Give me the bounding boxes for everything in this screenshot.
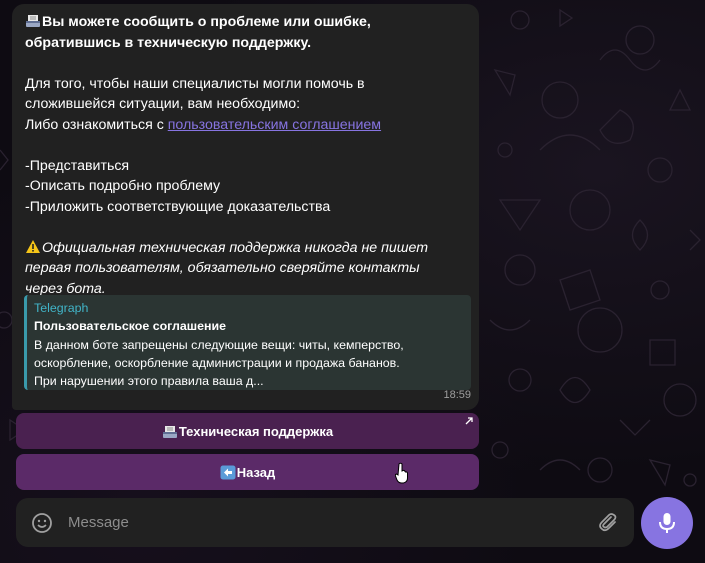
external-link-icon [465,417,473,425]
message-composer [16,498,634,547]
preview-description: При нарушении этого правила ваша д... [34,374,264,389]
tech-support-label: Техническая поддержка [178,423,334,439]
step-item: -Представиться [25,157,130,174]
message-time: 18:59 [443,388,471,401]
message-heading: Вы можете сообщить о проблеме или ошибке… [25,12,467,33]
microphone-button[interactable] [641,497,693,549]
link-preview[interactable]: Telegraph Пользовательское соглашение В … [24,295,471,390]
intro-line: Для того, чтобы наши специалисты могли п… [25,75,365,92]
preview-description: оскорбление, оскорбление администрации и… [34,355,400,370]
preview-description: В данном боте запрещены следующие вещи: … [34,337,404,352]
message-heading-line2: обратившись в техническую поддержку. [25,34,312,51]
warning-text: Официальная техническая поддержка никогд… [25,238,467,259]
intro-line: сложившейся ситуации, вам необходимо: [25,96,301,112]
step-item: -Описать подробно проблему [25,178,221,194]
preview-title: Пользовательское соглашение [34,319,226,334]
left-arrow-icon [220,465,236,480]
user-agreement-link[interactable]: пользовательским соглашением [168,117,381,133]
bot-message: Вы можете сообщить о проблеме или ошибке… [12,4,479,410]
step-item: -Приложить соответствующие доказательств… [25,198,331,215]
back-button[interactable]: Назад [16,454,479,490]
warning-icon [25,239,41,254]
preview-site-name: Telegraph [34,301,89,315]
back-label: Назад [236,464,276,480]
inbox-tray-icon [25,13,41,28]
hand-cursor-icon [395,462,408,484]
tech-support-button[interactable]: Техническая поддержка [16,413,479,449]
smile-icon[interactable] [31,512,53,534]
warning-text-line: первая пользователям, обязательно сверяй… [25,260,420,276]
paperclip-icon[interactable] [596,511,618,533]
microphone-icon [659,513,675,533]
message-input[interactable] [68,510,588,534]
intro-line-link: Либо ознакомиться с пользовательским сог… [25,116,382,133]
inbox-tray-icon [162,424,178,439]
